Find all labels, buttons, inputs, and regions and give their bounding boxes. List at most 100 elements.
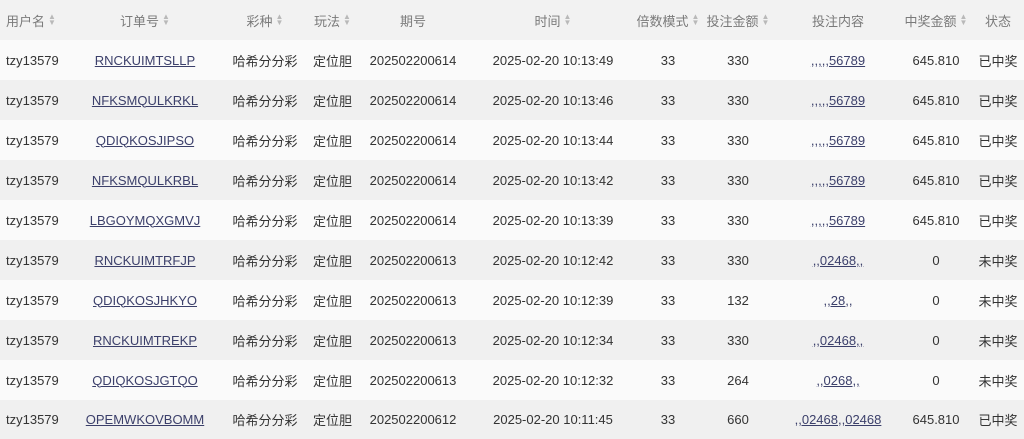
cell-amount: 330 — [727, 212, 749, 228]
status-badge: 已中奖 — [978, 93, 1018, 109]
cell-lottery: 哈希分分彩 — [232, 373, 298, 389]
cell-play: 定位胆 — [312, 293, 352, 309]
column-header-user[interactable]: 用户名 ▲ ▼ — [0, 0, 64, 40]
sort-icon[interactable]: ▲ ▼ — [564, 13, 572, 27]
cell-issue: 202502200613 — [369, 332, 457, 348]
content-link[interactable]: ,,0268,, — [778, 360, 898, 400]
cell-multiple: 33 — [660, 132, 676, 148]
cell-user: tzy13579 — [6, 292, 59, 308]
column-header-status: 状态 — [984, 13, 1011, 29]
cell-time: 2025-02-20 10:12:39 — [492, 292, 614, 308]
cell-play: 定位胆 — [312, 253, 352, 269]
cell-win: 645.810 — [912, 52, 960, 68]
cell-lottery: 哈希分分彩 — [232, 173, 298, 189]
cell-win: 0 — [932, 332, 940, 348]
cell-user: tzy13579 — [6, 92, 59, 108]
sort-icon[interactable]: ▲ ▼ — [692, 13, 700, 27]
sort-icon[interactable]: ▲ ▼ — [343, 13, 351, 27]
column-header-win[interactable]: 中奖金额 ▲ ▼ — [900, 0, 972, 40]
cell-lottery: 哈希分分彩 — [232, 293, 298, 309]
bet-records-table: 用户名 ▲ ▼ 订单号 ▲ ▼ 彩种 ▲ ▼ 玩法 ▲ ▼ 期号 时间 ▲ ▼ 倍数模式 … — [0, 0, 1024, 439]
cell-issue: 202502200614 — [369, 92, 457, 108]
cell-lottery: 哈希分分彩 — [232, 253, 298, 269]
cell-issue: 202502200614 — [369, 52, 457, 68]
cell-multiple: 33 — [660, 92, 676, 108]
sort-icon[interactable]: ▲ ▼ — [960, 13, 968, 27]
table-row: tzy13579 RNCKUIMTSLLP 哈希分分彩 定位胆 20250220… — [0, 40, 1024, 80]
content-link[interactable]: ,,,,,56789 — [778, 120, 898, 160]
column-header-play[interactable]: 玩法 ▲ ▼ — [305, 0, 360, 40]
order-link[interactable]: QDIQKOSJGTQO — [80, 360, 210, 400]
order-link[interactable]: RNCKUIMTSLLP — [80, 40, 210, 80]
content-link[interactable]: ,,,,,56789 — [778, 160, 898, 200]
cell-user: tzy13579 — [6, 412, 59, 427]
cell-amount: 264 — [727, 372, 749, 388]
content-link[interactable]: ,,02468,, — [778, 240, 898, 280]
cell-play: 定位胆 — [312, 373, 352, 389]
cell-time: 2025-02-20 10:13:49 — [492, 52, 614, 68]
status-badge: 已中奖 — [978, 173, 1018, 189]
cell-multiple: 33 — [660, 52, 676, 68]
order-link[interactable]: OPEMWKOVBOMM — [80, 400, 210, 439]
cell-user: tzy13579 — [6, 132, 59, 148]
table-header: 用户名 ▲ ▼ 订单号 ▲ ▼ 彩种 ▲ ▼ 玩法 ▲ ▼ 期号 时间 ▲ ▼ 倍数模式 … — [0, 0, 1024, 40]
order-link[interactable]: QDIQKOSJHKYO — [80, 280, 210, 320]
order-link[interactable]: NFKSMQULKRKL — [80, 80, 210, 120]
cell-time: 2025-02-20 10:11:45 — [493, 412, 613, 427]
cell-win: 645.810 — [912, 212, 960, 228]
cell-amount: 132 — [727, 292, 749, 308]
cell-play: 定位胆 — [312, 413, 352, 428]
column-header-issue: 期号 — [399, 13, 426, 29]
column-header-order[interactable]: 订单号 ▲ ▼ — [80, 0, 210, 40]
order-link[interactable]: LBGOYMQXGMVJ — [80, 200, 210, 240]
cell-amount: 330 — [727, 252, 749, 268]
cell-lottery: 哈希分分彩 — [232, 133, 298, 149]
table-row: tzy13579 RNCKUIMTRFJP 哈希分分彩 定位胆 20250220… — [0, 240, 1024, 280]
sort-icon[interactable]: ▲ ▼ — [276, 13, 284, 27]
order-link[interactable]: RNCKUIMTRFJP — [80, 240, 210, 280]
cell-amount: 660 — [727, 412, 749, 427]
column-header-lottery[interactable]: 彩种 ▲ ▼ — [225, 0, 305, 40]
column-header-amount[interactable]: 投注金额 ▲ ▼ — [707, 0, 770, 40]
content-link[interactable]: ,,,,,56789 — [778, 80, 898, 120]
cell-issue: 202502200614 — [369, 212, 457, 228]
cell-user: tzy13579 — [6, 372, 59, 388]
cell-multiple: 33 — [660, 332, 676, 348]
sort-icon[interactable]: ▲ ▼ — [162, 13, 170, 27]
order-link[interactable]: QDIQKOSJIPSO — [80, 120, 210, 160]
table-row: tzy13579 QDIQKOSJGTQO 哈希分分彩 定位胆 20250220… — [0, 360, 1024, 400]
cell-user: tzy13579 — [6, 52, 59, 68]
content-link[interactable]: ,,,,,56789 — [778, 40, 898, 80]
cell-issue: 202502200613 — [369, 252, 457, 268]
order-link[interactable]: NFKSMQULKRBL — [80, 160, 210, 200]
cell-play: 定位胆 — [312, 333, 352, 349]
status-badge: 未中奖 — [978, 373, 1018, 389]
sort-icon[interactable]: ▲ ▼ — [762, 13, 770, 27]
cell-win: 645.810 — [912, 412, 960, 427]
cell-amount: 330 — [727, 52, 749, 68]
cell-lottery: 哈希分分彩 — [232, 53, 298, 69]
cell-issue: 202502200613 — [369, 372, 457, 388]
cell-issue: 202502200613 — [369, 292, 457, 308]
content-link[interactable]: ,,28,, — [778, 280, 898, 320]
content-link[interactable]: ,,,,,56789 — [778, 200, 898, 240]
content-link[interactable]: ,,02468,,02468 — [778, 400, 898, 439]
status-badge: 已中奖 — [978, 413, 1018, 428]
cell-multiple: 33 — [660, 212, 676, 228]
cell-lottery: 哈希分分彩 — [232, 93, 298, 109]
table-row: tzy13579 QDIQKOSJIPSO 哈希分分彩 定位胆 20250220… — [0, 120, 1024, 160]
order-link[interactable]: RNCKUIMTREKP — [80, 320, 210, 360]
table-row: tzy13579 QDIQKOSJHKYO 哈希分分彩 定位胆 20250220… — [0, 280, 1024, 320]
cell-time: 2025-02-20 10:12:42 — [492, 252, 614, 268]
cell-time: 2025-02-20 10:13:42 — [492, 172, 614, 188]
status-badge: 已中奖 — [978, 213, 1018, 229]
column-header-time[interactable]: 时间 ▲ ▼ — [478, 0, 628, 40]
cell-win: 645.810 — [912, 172, 960, 188]
cell-play: 定位胆 — [312, 133, 352, 149]
cell-issue: 202502200614 — [369, 132, 457, 148]
cell-time: 2025-02-20 10:13:44 — [492, 132, 614, 148]
content-link[interactable]: ,,02468,, — [778, 320, 898, 360]
table-row: tzy13579 RNCKUIMTREKP 哈希分分彩 定位胆 20250220… — [0, 320, 1024, 360]
column-header-multiple[interactable]: 倍数模式 ▲ ▼ — [636, 0, 700, 40]
sort-icon[interactable]: ▲ ▼ — [48, 13, 56, 27]
